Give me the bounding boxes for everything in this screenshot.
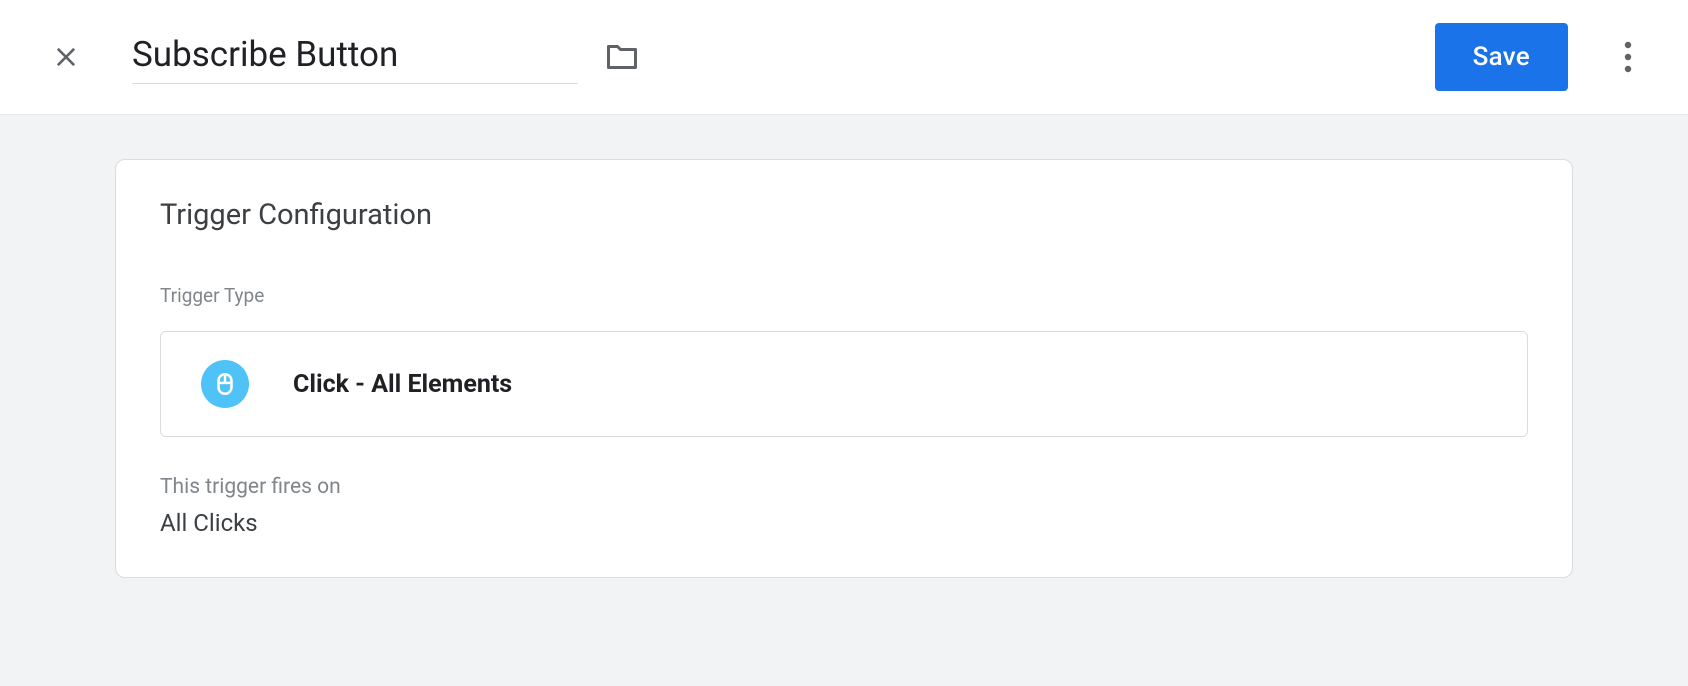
close-icon — [52, 43, 80, 71]
trigger-configuration-card: Trigger Configuration Trigger Type Click… — [115, 159, 1573, 578]
card-title: Trigger Configuration — [160, 198, 1528, 232]
save-button[interactable]: Save — [1435, 23, 1568, 91]
trigger-type-selector[interactable]: Click - All Elements — [160, 331, 1528, 437]
trigger-type-icon-container — [201, 360, 249, 408]
folder-button[interactable] — [604, 39, 640, 75]
trigger-type-value: Click - All Elements — [293, 370, 512, 399]
trigger-name-input[interactable] — [132, 30, 578, 84]
more-options-button[interactable] — [1608, 37, 1648, 77]
trigger-type-label: Trigger Type — [160, 284, 1528, 307]
more-vert-icon — [1624, 41, 1632, 73]
fires-on-value: All Clicks — [160, 509, 1528, 537]
mouse-click-icon — [212, 371, 238, 397]
content-area: Trigger Configuration Trigger Type Click… — [0, 115, 1688, 686]
editor-header: Save — [0, 0, 1688, 115]
close-button[interactable] — [50, 41, 82, 73]
folder-icon — [604, 39, 640, 75]
fires-on-label: This trigger fires on — [160, 475, 1528, 499]
